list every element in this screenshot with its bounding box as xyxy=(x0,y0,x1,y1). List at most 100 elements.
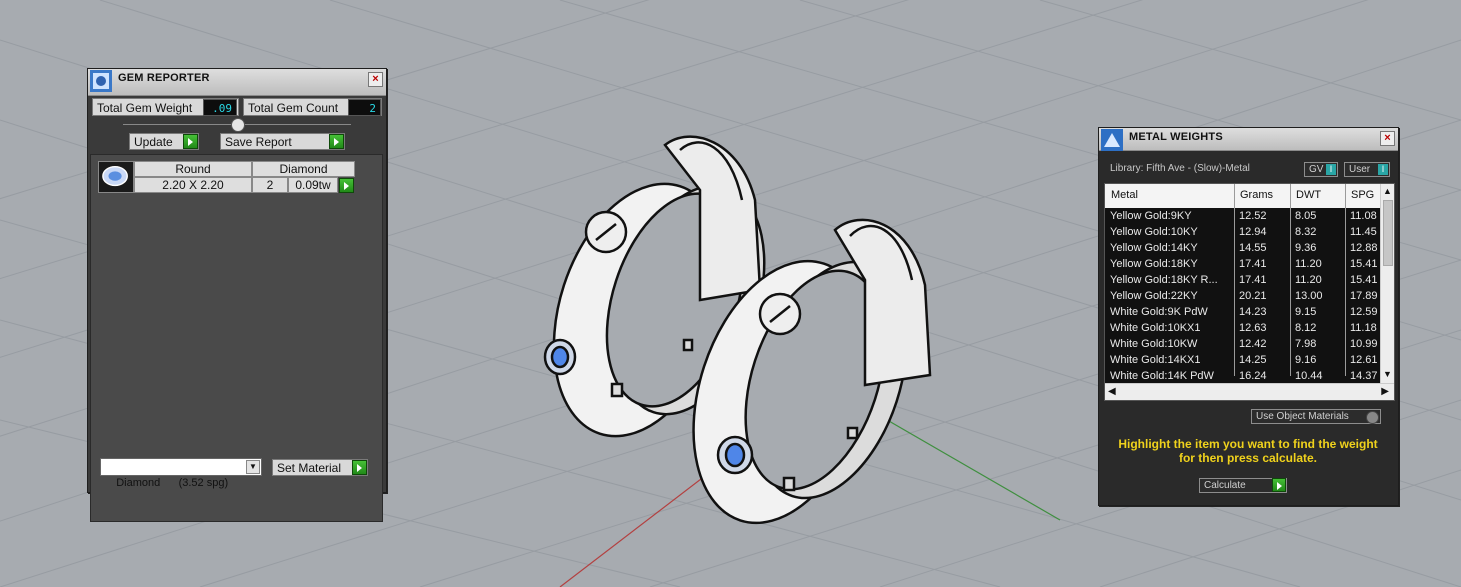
cell-metal: White Gold:10KX1 xyxy=(1110,322,1201,334)
info-icon: I xyxy=(1378,164,1388,175)
gv-toggle[interactable]: GV I xyxy=(1304,162,1338,177)
table-row[interactable]: White Gold:14KX1 14.25 9.16 12.61 xyxy=(1105,352,1381,368)
gem-slider-handle[interactable] xyxy=(231,118,245,132)
metal-weights-panel: METAL WEIGHTS × Library: Fifth Ave - (Sl… xyxy=(1098,127,1399,506)
cell-spg: 17.89 xyxy=(1350,290,1378,302)
table-row[interactable]: White Gold:9K PdW 14.23 9.15 12.59 xyxy=(1105,304,1381,320)
instruction-text: Highlight the item you want to find the … xyxy=(1118,437,1378,465)
cell-dwt: 8.32 xyxy=(1295,226,1317,238)
table-row[interactable]: Yellow Gold:18KY 17.41 11.20 15.41 xyxy=(1105,256,1381,272)
calculate-label: Calculate xyxy=(1204,480,1246,491)
info-icon: I xyxy=(1326,164,1336,175)
table-row[interactable]: White Gold:10KW 12.42 7.98 10.99 xyxy=(1105,336,1381,352)
cell-spg: 12.88 xyxy=(1350,242,1378,254)
cell-metal: White Gold:9K PdW xyxy=(1110,306,1208,318)
gem-count: 2 xyxy=(252,177,288,193)
material-select[interactable]: Diamond (3.52 spg) ▼ xyxy=(100,458,262,489)
user-toggle[interactable]: User I xyxy=(1344,162,1390,177)
close-icon[interactable]: × xyxy=(1380,131,1395,146)
cell-spg: 11.08 xyxy=(1350,210,1377,222)
round-gem-icon xyxy=(102,165,128,187)
gem-thumbnail xyxy=(98,161,134,193)
table-row[interactable]: Yellow Gold:18KY R... 17.41 11.20 15.41 xyxy=(1105,272,1381,288)
gem-reporter-panel: GEM REPORTER × Total Gem Weight .09 Tota… xyxy=(87,68,387,522)
column-header-grams[interactable]: Grams xyxy=(1240,189,1273,201)
cell-dwt: 13.00 xyxy=(1295,290,1323,302)
table-row[interactable]: White Gold:10KX1 12.63 8.12 11.18 xyxy=(1105,320,1381,336)
scroll-left-icon[interactable]: ◀ xyxy=(1108,386,1116,397)
cell-metal: White Gold:14KX1 xyxy=(1110,354,1201,366)
gem-select-arrow-icon[interactable] xyxy=(339,178,354,193)
table-row[interactable]: Yellow Gold:22KY 20.21 13.00 17.89 xyxy=(1105,288,1381,304)
cell-dwt: 7.98 xyxy=(1295,338,1317,350)
update-arrow-icon[interactable] xyxy=(183,134,198,149)
column-divider xyxy=(1234,184,1235,376)
cell-grams: 16.24 xyxy=(1239,370,1267,382)
metal-weights-icon xyxy=(1101,129,1123,151)
cell-metal: White Gold:10KW xyxy=(1110,338,1198,350)
cell-grams: 14.25 xyxy=(1239,354,1267,366)
gem-diamond-icon xyxy=(550,345,570,369)
cell-spg: 11.45 xyxy=(1350,226,1377,238)
cell-spg: 11.18 xyxy=(1350,322,1377,334)
cell-spg: 12.59 xyxy=(1350,306,1378,318)
cell-spg: 15.41 xyxy=(1350,258,1378,270)
table-row[interactable]: Yellow Gold:9KY 12.52 8.05 11.08 xyxy=(1105,208,1381,224)
save-report-arrow-icon[interactable] xyxy=(329,134,344,149)
metal-weights-titlebar[interactable]: METAL WEIGHTS × xyxy=(1099,128,1398,151)
save-report-button[interactable]: Save Report xyxy=(220,133,345,150)
cell-grams: 14.23 xyxy=(1239,306,1267,318)
cell-metal: Yellow Gold:22KY xyxy=(1110,290,1198,302)
cell-spg: 12.61 xyxy=(1350,354,1378,366)
horizontal-scrollbar[interactable]: ◀ ▶ xyxy=(1105,383,1394,400)
cell-spg: 10.99 xyxy=(1350,338,1378,350)
column-divider xyxy=(1290,184,1291,376)
radio-icon[interactable] xyxy=(1366,411,1379,424)
table-row[interactable]: White Gold:14K PdW 16.24 10.44 14.37 xyxy=(1105,368,1381,384)
use-object-materials-button[interactable]: Use Object Materials xyxy=(1251,409,1381,424)
column-header-metal[interactable]: Metal xyxy=(1111,189,1138,201)
cell-dwt: 9.16 xyxy=(1295,354,1317,366)
gv-label: GV xyxy=(1309,164,1324,175)
cell-dwt: 11.20 xyxy=(1295,274,1322,286)
cell-grams: 12.63 xyxy=(1239,322,1267,334)
scroll-right-icon[interactable]: ▶ xyxy=(1381,386,1389,397)
cell-grams: 17.41 xyxy=(1239,258,1267,270)
cell-grams: 14.55 xyxy=(1239,242,1267,254)
chevron-down-icon[interactable]: ▼ xyxy=(246,460,260,474)
column-header-spg[interactable]: SPG xyxy=(1351,189,1374,201)
table-row[interactable]: Yellow Gold:14KY 14.55 9.36 12.88 xyxy=(1105,240,1381,256)
gem-reporter-title: GEM REPORTER xyxy=(118,72,210,84)
column-header-dwt[interactable]: DWT xyxy=(1296,189,1321,201)
cell-metal: Yellow Gold:14KY xyxy=(1110,242,1198,254)
gem-material: Diamond xyxy=(252,161,355,177)
set-material-arrow-icon[interactable] xyxy=(352,460,367,475)
cell-grams: 20.21 xyxy=(1239,290,1267,302)
column-divider xyxy=(1345,184,1346,376)
cell-grams: 17.41 xyxy=(1239,274,1267,286)
cell-metal: White Gold:14K PdW xyxy=(1110,370,1214,382)
library-label: Library: Fifth Ave - (Slow)-Metal xyxy=(1110,163,1250,174)
cell-metal: Yellow Gold:18KY R... xyxy=(1110,274,1218,286)
calculate-arrow-icon[interactable] xyxy=(1272,478,1286,492)
cell-grams: 12.52 xyxy=(1239,210,1267,222)
table-row[interactable]: Yellow Gold:10KY 12.94 8.32 11.45 xyxy=(1105,224,1381,240)
user-label: User xyxy=(1349,164,1371,175)
gem-size: 2.20 X 2.20 xyxy=(134,177,252,193)
scroll-up-icon[interactable]: ▲ xyxy=(1381,186,1394,196)
use-object-materials-label: Use Object Materials xyxy=(1256,411,1349,422)
cell-dwt: 10.44 xyxy=(1295,370,1323,382)
gem-reporter-titlebar[interactable]: GEM REPORTER × xyxy=(88,69,386,96)
cell-dwt: 11.20 xyxy=(1295,258,1322,270)
scroll-down-icon[interactable]: ▼ xyxy=(1381,369,1394,379)
cell-spg: 14.37 xyxy=(1350,370,1378,382)
metal-table-header: Metal Grams DWT SPG xyxy=(1105,184,1381,209)
gem-diamond-icon xyxy=(724,442,746,468)
scroll-thumb[interactable] xyxy=(1383,200,1393,266)
close-icon[interactable]: × xyxy=(368,72,383,87)
cell-metal: Yellow Gold:10KY xyxy=(1110,226,1198,238)
cell-grams: 12.94 xyxy=(1239,226,1267,238)
cell-dwt: 9.36 xyxy=(1295,242,1317,254)
vertical-scrollbar[interactable]: ▲ ▼ xyxy=(1380,184,1394,384)
gem-shape: Round xyxy=(134,161,252,177)
